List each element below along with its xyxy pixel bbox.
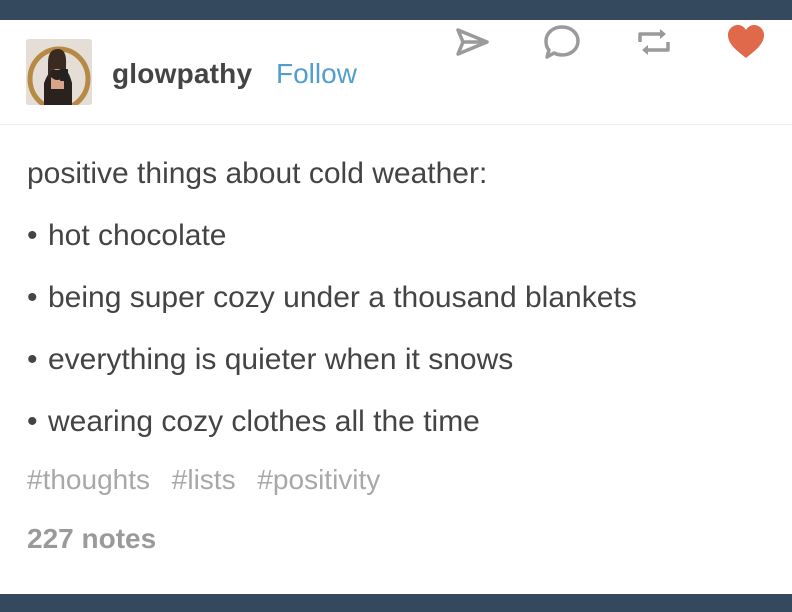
bullet-marker: • — [27, 219, 38, 252]
list-item: • hot chocolate — [27, 216, 767, 278]
bullet-marker: • — [27, 405, 38, 438]
post-card: glowpathy Follow positive things about c… — [0, 20, 792, 594]
tag-thoughts[interactable]: #thoughts — [27, 464, 150, 495]
notes-count[interactable]: 227 notes — [27, 523, 156, 555]
list-item-text: wearing cozy clothes all the time — [48, 405, 480, 438]
post-tags: #thoughts #lists #positivity — [27, 464, 394, 496]
bullet-marker: • — [27, 281, 38, 314]
list-item-text: hot chocolate — [48, 219, 227, 252]
share-button[interactable] — [450, 20, 494, 64]
share-icon — [456, 28, 489, 56]
avatar[interactable] — [26, 39, 92, 105]
avatar-image — [26, 39, 92, 105]
heart-icon — [728, 25, 764, 58]
follow-button[interactable]: Follow — [276, 58, 357, 90]
list-item: • everything is quieter when it snows — [27, 340, 767, 402]
post-author[interactable]: glowpathy — [112, 58, 252, 90]
reply-icon — [544, 25, 580, 59]
tag-positivity[interactable]: #positivity — [257, 464, 380, 495]
reblog-icon — [638, 29, 670, 55]
list-item: • being super cozy under a thousand blank… — [27, 278, 767, 340]
post-body: positive things about cold weather: • hot… — [27, 154, 767, 464]
list-item-text: everything is quieter when it snows — [48, 343, 514, 376]
bullet-marker: • — [27, 343, 38, 376]
list-item-text: being super cozy under a thousand blanke… — [48, 281, 637, 314]
like-button[interactable] — [724, 20, 768, 64]
bullet-list: • hot chocolate • being super cozy under a… — [27, 216, 767, 464]
reply-button[interactable] — [540, 20, 584, 64]
list-item: • wearing cozy clothes all the time — [27, 402, 767, 464]
tag-lists[interactable]: #lists — [172, 464, 236, 495]
reblog-button[interactable] — [632, 20, 676, 64]
post-intro: positive things about cold weather: — [27, 157, 488, 190]
